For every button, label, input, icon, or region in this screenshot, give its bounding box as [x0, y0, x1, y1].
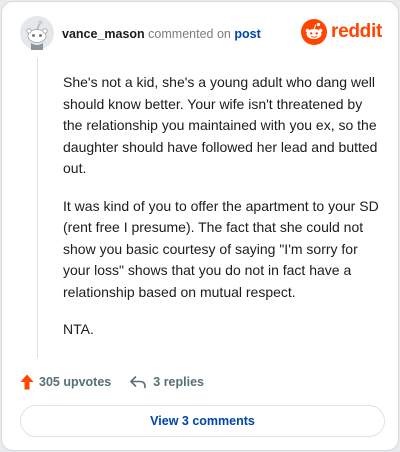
reddit-wordmark: reddit [331, 21, 382, 42]
reddit-logo-icon [301, 19, 328, 45]
comment-body: She's not a kid, she's a young adult who… [63, 72, 381, 357]
comment-paragraph: NTA. [63, 321, 94, 337]
view-comments-button[interactable]: View 3 comments [20, 405, 385, 437]
upvote-count: 305 upvotes [39, 375, 112, 389]
reddit-brand: reddit [301, 19, 382, 45]
author-line: vance_mason commented on post [62, 27, 261, 41]
reply-count: 3 replies [153, 375, 204, 389]
comment-paragraph: She's not a kid, she's a young adult who… [63, 74, 378, 176]
upvote-button[interactable]: 305 upvotes [20, 374, 111, 390]
comment-paragraph: It was kind of you to offer the apartmen… [63, 197, 379, 300]
reply-arrow-icon [130, 376, 147, 389]
snoo-avatar-icon[interactable] [20, 16, 54, 50]
upvote-arrow-icon [20, 374, 34, 390]
replies-button[interactable]: 3 replies [129, 375, 204, 389]
comment-card: vance_mason commented on post reddit She… [1, 1, 399, 451]
action-verb: commented on [148, 27, 231, 41]
post-link[interactable]: post [234, 27, 260, 41]
author-name[interactable]: vance_mason [62, 27, 145, 41]
comment-actions: 305 upvotes 3 replies [20, 372, 380, 392]
comment-header: vance_mason commented on post reddit [20, 16, 382, 54]
thread-line [37, 58, 38, 358]
